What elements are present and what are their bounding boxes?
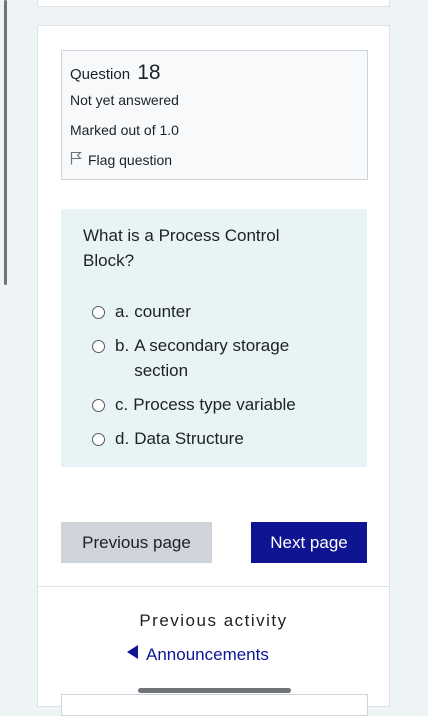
flag-icon xyxy=(70,151,88,168)
scroll-indicator[interactable] xyxy=(4,0,7,285)
option-a-text: counter xyxy=(134,302,191,321)
radio-c[interactable] xyxy=(92,399,105,412)
option-b-letter: b. xyxy=(115,336,130,355)
announcements-label: Announcements xyxy=(146,644,269,664)
radio-b[interactable] xyxy=(92,340,105,353)
question-number: Question 18 xyxy=(70,61,161,85)
answer-status: Not yet answered xyxy=(70,92,179,108)
option-d-text: Data Structure xyxy=(134,429,244,448)
option-a[interactable]: a. counter xyxy=(92,299,362,324)
radio-d[interactable] xyxy=(92,433,105,446)
flag-question-link[interactable]: Flag question xyxy=(70,151,172,168)
option-c-letter: c. xyxy=(115,395,129,414)
flag-question-label: Flag question xyxy=(88,151,173,168)
question-info-box: Question 18 Not yet answered Marked out … xyxy=(61,50,368,180)
option-a-letter: a. xyxy=(115,302,130,321)
question-card: Question 18 Not yet answered Marked out … xyxy=(37,25,390,716)
question-content: What is a Process Control Block? a. coun… xyxy=(61,209,367,467)
jump-to-select[interactable] xyxy=(61,694,368,716)
next-page-button[interactable]: Next page xyxy=(251,522,367,563)
home-indicator xyxy=(138,688,291,693)
previous-card xyxy=(37,0,390,7)
caret-left-icon xyxy=(126,644,146,665)
question-label: Question xyxy=(70,66,131,83)
option-d[interactable]: d. Data Structure xyxy=(92,426,362,451)
option-c-text: Process type variable xyxy=(133,395,296,414)
previous-activity-heading: Previous activity xyxy=(139,611,288,630)
question-text: What is a Process Control Block? xyxy=(83,226,280,270)
marks-info: Marked out of 1.0 xyxy=(70,122,179,138)
previous-page-button[interactable]: Previous page xyxy=(61,522,212,563)
option-b-text: A secondary storage section xyxy=(134,336,290,380)
option-d-letter: d. xyxy=(115,429,130,448)
divider xyxy=(38,586,389,587)
option-c[interactable]: c. Process type variable xyxy=(92,392,362,417)
answer-options: a. counter b. A secondary storage sectio… xyxy=(92,299,362,460)
announcements-link[interactable]: Announcements xyxy=(126,644,269,665)
option-b[interactable]: b. A secondary storage section xyxy=(92,333,362,383)
question-number-value: 18 xyxy=(137,61,161,84)
radio-a[interactable] xyxy=(92,306,105,319)
